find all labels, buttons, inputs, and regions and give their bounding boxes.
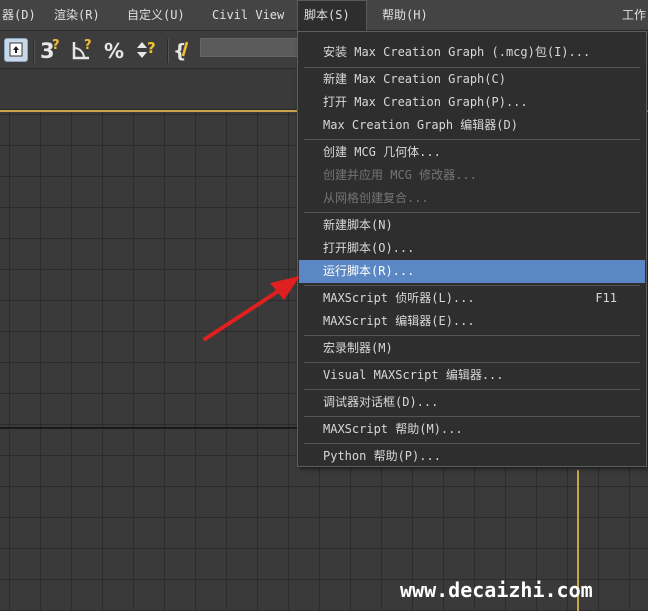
menu-item-customize[interactable]: 自定义(U) [121, 0, 191, 31]
menu-macro-recorder[interactable]: 宏录制器(M) [299, 337, 645, 360]
menu-maxscript-listener-label: MAXScript 侦听器(L)... [323, 291, 475, 305]
menu-item-render[interactable]: 渲染(R) [48, 0, 106, 31]
menu-separator [304, 443, 640, 444]
svg-text:?: ? [147, 39, 156, 57]
menu-separator [304, 212, 640, 213]
menu-new-mcg[interactable]: 新建 Max Creation Graph(C) [299, 68, 645, 91]
scripting-menu-dropdown: 安装 Max Creation Graph (.mcg)包(I)... 新建 M… [297, 31, 647, 467]
percent-snap-icon[interactable]: % [104, 36, 128, 63]
menu-debugger-dialog[interactable]: 调试器对话框(D)... [299, 391, 645, 414]
menu-bar: 器(D) 渲染(R) 自定义(U) Civil View 脚本(S) 帮助(H)… [0, 0, 648, 32]
menu-run-script[interactable]: 运行脚本(R)... [299, 260, 645, 283]
menu-item-civil-view[interactable]: Civil View [206, 0, 290, 31]
toolbar-separator [33, 39, 35, 63]
menu-item-workspace[interactable]: 工作 [616, 0, 648, 31]
svg-text:?: ? [84, 38, 92, 53]
menu-install-mcg-package[interactable]: 安装 Max Creation Graph (.mcg)包(I)... [299, 41, 645, 64]
viewport-axis-line [0, 427, 300, 429]
menu-create-compound-from-mesh: 从网格创建复合... [323, 191, 429, 205]
menu-separator [304, 335, 640, 336]
menu-open-mcg[interactable]: 打开 Max Creation Graph(P)... [299, 91, 645, 114]
menu-python-help[interactable]: Python 帮助(P)... [299, 445, 645, 468]
menu-shortcut-f11: F11 [595, 291, 617, 305]
snap-3d-icon[interactable]: 3? [39, 36, 63, 63]
menu-maxscript-help[interactable]: MAXScript 帮助(M)... [299, 418, 645, 441]
svg-text:%: % [104, 39, 124, 63]
menu-mcg-editor[interactable]: Max Creation Graph 编辑器(D) [299, 114, 645, 137]
watermark-text: www.decaizhi.com [400, 578, 593, 602]
menu-item-views[interactable]: 器(D) [0, 0, 42, 31]
menu-maxscript-editor[interactable]: MAXScript 编辑器(E)... [299, 310, 645, 333]
svg-text:?: ? [52, 38, 60, 53]
menu-separator [304, 416, 640, 417]
menu-separator [304, 285, 640, 286]
menu-separator [304, 139, 640, 140]
menu-create-apply-mcg-modifier: 创建并应用 MCG 修改器... [323, 168, 477, 182]
menu-new-script[interactable]: 新建脚本(N) [299, 214, 645, 237]
menu-separator [304, 362, 640, 363]
menu-create-mcg-geometry[interactable]: 创建 MCG 几何体... [299, 141, 645, 164]
toolbar-separator [167, 39, 169, 63]
menu-open-script[interactable]: 打开脚本(O)... [299, 237, 645, 260]
angle-snap-icon[interactable]: ? [71, 36, 95, 60]
menu-visual-maxscript-editor[interactable]: Visual MAXScript 编辑器... [299, 364, 645, 387]
named-selection-icon[interactable]: { [173, 36, 197, 62]
menu-item-help[interactable]: 帮助(H) [376, 0, 434, 31]
menu-item-scripting[interactable]: 脚本(S) [297, 0, 367, 32]
menu-maxscript-listener[interactable]: MAXScript 侦听器(L)... F11 [299, 287, 645, 310]
menu-separator [304, 389, 640, 390]
select-filter-icon[interactable] [4, 38, 28, 62]
spinner-snap-icon[interactable]: ? [134, 36, 158, 60]
